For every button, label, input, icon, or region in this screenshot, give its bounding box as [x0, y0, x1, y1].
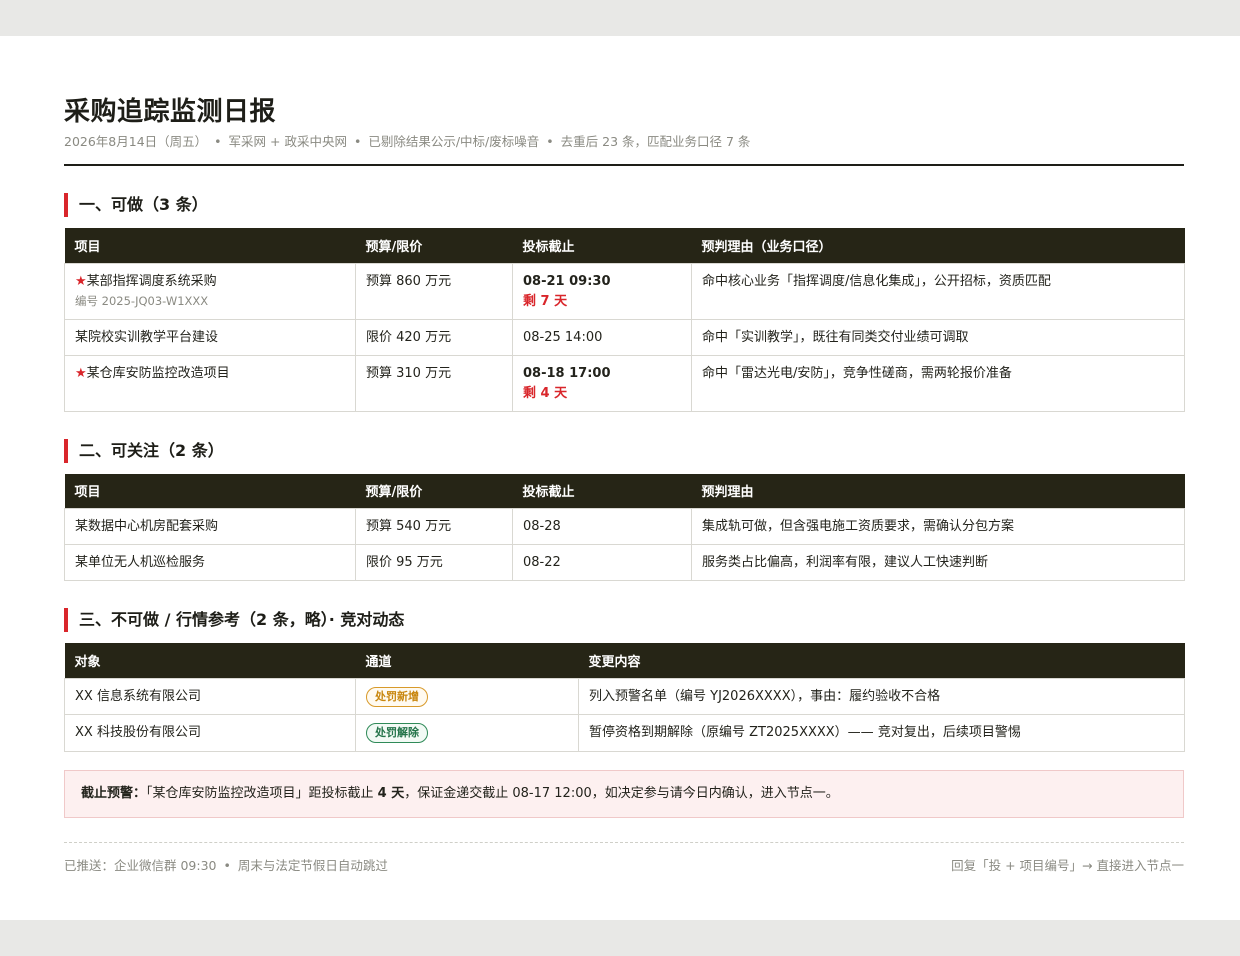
project-name: 某院校实训教学平台建设	[75, 329, 219, 345]
column-header: 对象	[64, 643, 356, 678]
days-remaining: 剩 4 天	[523, 385, 568, 401]
budget-cell: 限价 420 万元	[355, 318, 513, 356]
column-header: 通道	[355, 643, 579, 678]
budget-cell: 限价 95 万元	[355, 544, 513, 581]
column-header: 项目	[64, 228, 356, 263]
column-header: 项目	[64, 473, 356, 509]
section-doable-heading: 一、可做（3 条）	[64, 193, 1184, 217]
deadline-cell: 08-28	[512, 508, 692, 545]
project-cell: 某院校实训教学平台建设	[64, 318, 356, 356]
reason-cell: 服务类占比偏高，利润率有限，建议人工快速判断	[691, 544, 1185, 581]
alert-days: 4 天	[377, 785, 405, 801]
table-row[interactable]: 某数据中心机房配套采购 预算 540 万元 08-28 集成轨可做，但含强电施工…	[64, 508, 1185, 545]
project-cell: ★某部指挥调度系统采购 编号 2025-JQ03-W1XXX	[64, 262, 356, 320]
meta-separator: •	[546, 134, 554, 149]
watch-table: 项目 预算/限价 投标截止 预判理由 某数据中心机房配套采购 预算 540 万元…	[64, 473, 1185, 581]
table-row[interactable]: ★某部指挥调度系统采购 编号 2025-JQ03-W1XXX 预算 860 万元…	[64, 262, 1185, 320]
column-header: 投标截止	[512, 473, 692, 509]
table-row[interactable]: 某单位无人机巡检服务 限价 95 万元 08-22 服务类占比偏高，利润率有限，…	[64, 544, 1185, 581]
channel-cell: 处罚新增	[355, 677, 579, 715]
meta-separator: •	[353, 134, 362, 149]
meta-sources: 军采网 + 政采中央网	[228, 134, 347, 149]
project-code: 编号 2025-JQ03-W1XXX	[75, 293, 209, 308]
project-cell: ★某仓库安防监控改造项目	[64, 354, 356, 412]
budget-cell: 预算 860 万元	[355, 262, 513, 320]
footer-left: 已推送：企业微信群 09:30 • 周末与法定节假日自动跳过	[64, 855, 388, 874]
change-cell: 暂停资格到期解除（原编号 ZT2025XXXX）—— 竞对复出，后续项目警惕	[578, 714, 1185, 752]
alert-label: 截止预警：	[81, 785, 147, 801]
table-row[interactable]: ★某仓库安防监控改造项目 预算 310 万元 08-18 17:00 剩 4 天…	[64, 354, 1185, 412]
deadline-cell: 08-22	[512, 544, 692, 581]
report-title: 采购追踪监测日报	[64, 97, 277, 127]
reason-cell: 命中「实训教学」，既往有同类交付业绩可调取	[691, 318, 1185, 356]
meta-date: 2026年8月14日（周五）	[64, 134, 208, 149]
header-divider	[64, 164, 1184, 166]
report-footer: 已推送：企业微信群 09:30 • 周末与法定节假日自动跳过 回复「投 + 项目编号…	[64, 855, 1184, 874]
reason-cell: 命中核心业务「指挥调度/信息化集成」，公开招标，资质匹配	[691, 262, 1185, 320]
status-badge: 处罚解除	[366, 723, 428, 743]
push-info: 已推送：企业微信群 09:30	[64, 857, 217, 873]
meta-count: 去重后 23 条，匹配业务口径 7 条	[560, 134, 751, 149]
deadline-time: 08-21 09:30	[523, 273, 611, 289]
section-competitor-heading: 三、不可做 / 行情参考（2 条，略）· 竞对动态	[64, 608, 1184, 632]
deadline-time: 08-18 17:00	[523, 365, 611, 381]
project-name: 某仓库安防监控改造项目	[86, 365, 230, 381]
section-watch-heading: 二、可关注（2 条）	[64, 438, 1184, 463]
column-header: 预算/限价	[355, 473, 513, 509]
report-page: 采购追踪监测日报 2026年8月14日（周五） • 军采网 + 政采中央网 • 已剔除结…	[0, 36, 1240, 920]
status-badge: 处罚新增	[366, 686, 428, 707]
project-cell: 某单位无人机巡检服务	[64, 544, 356, 581]
channel-cell: 处罚解除	[355, 714, 579, 752]
report-meta: 2026年8月14日（周五） • 军采网 + 政采中央网 • 已剔除结果公示/中标/废标…	[64, 132, 1184, 152]
table-header-row: 项目 预算/限价 投标截止 预判理由	[64, 473, 1185, 509]
alert-text-tail: ，保证金递交截止 08-17 12:00，如决定参与请今日内确认，进入节点一。	[404, 785, 839, 801]
budget-cell: 预算 310 万元	[355, 354, 513, 412]
column-header: 投标截止	[512, 228, 692, 263]
table-row[interactable]: 某院校实训教学平台建设 限价 420 万元 08-25 14:00 命中「实训教…	[64, 318, 1185, 356]
reason-cell: 命中「雷达光电/安防」，竞争性磋商，需两轮报价准备	[691, 354, 1185, 412]
table-row[interactable]: XX 科技股份有限公司 处罚解除 暂停资格到期解除（原编号 ZT2025XXXX…	[64, 714, 1185, 752]
table-header-row: 项目 预算/限价 投标截止 预判理由（业务口径）	[64, 228, 1185, 263]
deadline-cell: 08-18 17:00 剩 4 天	[512, 354, 692, 412]
project-cell: 某数据中心机房配套采购	[64, 508, 356, 545]
competitor-table: 对象 通道 变更内容 XX 信息系统有限公司 处罚新增 列入预警名单（编号 YJ…	[64, 643, 1185, 752]
column-header: 变更内容	[578, 643, 1185, 678]
deadline-alert: 截止预警：「某仓库安防监控改造项目」距投标截止 4 天，保证金递交截止 08-1…	[64, 769, 1184, 818]
column-header: 预判理由（业务口径）	[691, 228, 1185, 263]
meta-separator: •	[214, 134, 222, 149]
table-header-row: 对象 通道 变更内容	[64, 643, 1185, 678]
priority-star-icon: ★	[75, 365, 87, 381]
holiday-info: 周末与法定节假日自动跳过	[237, 857, 388, 873]
footer-divider	[64, 841, 1184, 843]
change-cell: 列入预警名单（编号 YJ2026XXXX），事由：履约验收不合格	[578, 677, 1185, 715]
priority-star-icon: ★	[75, 273, 87, 289]
reason-cell: 集成轨可做，但含强电施工资质要求，需确认分包方案	[691, 508, 1185, 545]
days-remaining: 剩 7 天	[523, 293, 568, 309]
deadline-cell: 08-21 09:30 剩 7 天	[512, 262, 692, 320]
footer-separator: •	[223, 857, 231, 873]
table-row[interactable]: XX 信息系统有限公司 处罚新增 列入预警名单（编号 YJ2026XXXX），事…	[64, 677, 1185, 715]
project-name: 某部指挥调度系统采购	[86, 273, 217, 289]
column-header: 预判理由	[691, 473, 1185, 509]
column-header: 预算/限价	[355, 228, 513, 263]
alert-text: 「某仓库安防监控改造项目」距投标截止	[146, 785, 378, 801]
target-cell: XX 科技股份有限公司	[64, 714, 356, 752]
meta-filter: 已剔除结果公示/中标/废标噪音	[368, 134, 540, 149]
budget-cell: 预算 540 万元	[355, 508, 513, 545]
doable-table: 项目 预算/限价 投标截止 预判理由（业务口径） ★某部指挥调度系统采购 编号 …	[64, 228, 1185, 412]
deadline-cell: 08-25 14:00	[512, 318, 692, 356]
target-cell: XX 信息系统有限公司	[64, 677, 356, 715]
reply-hint: 回复「投 + 项目编号」→ 直接进入节点一	[951, 857, 1184, 873]
